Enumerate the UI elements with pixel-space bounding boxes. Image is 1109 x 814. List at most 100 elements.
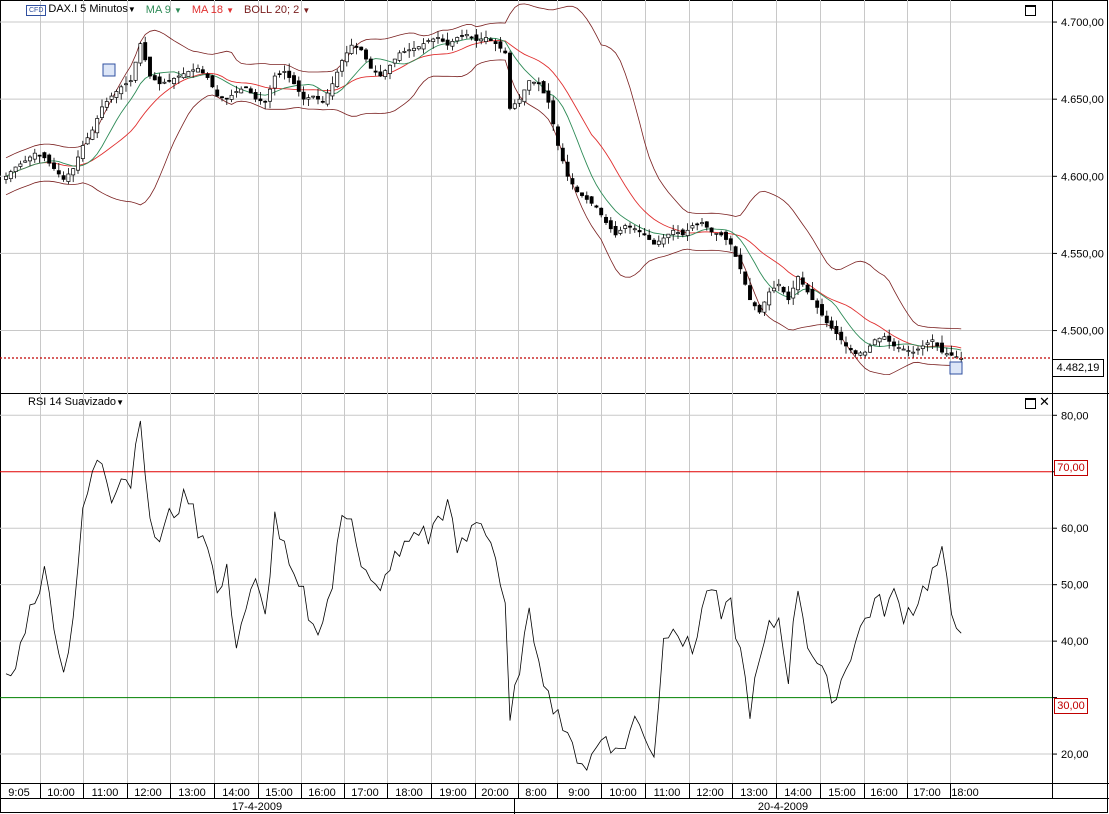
candle-body: [488, 38, 493, 41]
chevron-down-icon[interactable]: ▼: [226, 6, 234, 15]
x-tick-label: 15:00: [265, 787, 293, 799]
candle-body: [277, 73, 282, 76]
candle-body: [815, 300, 820, 308]
candle-body: [344, 52, 349, 63]
candle-body: [863, 351, 868, 356]
candle-body: [896, 347, 901, 349]
candle-body: [301, 91, 306, 100]
candle-body: [95, 118, 100, 134]
candle-body: [354, 45, 359, 48]
candle-body: [340, 60, 344, 72]
candle-body: [652, 239, 656, 245]
y-tick-label: 60,00: [1061, 523, 1089, 535]
rsi-line: [5, 420, 962, 771]
y-tick-label: 40,00: [1061, 636, 1089, 648]
x-tick-label: 18:00: [951, 787, 979, 799]
candle-body: [109, 95, 114, 100]
candle-body: [642, 233, 647, 236]
y-tick-label: 4.700,00: [1061, 17, 1104, 29]
candle-body: [536, 82, 541, 85]
candle-body: [757, 304, 762, 313]
rsi-header[interactable]: RSI 14 Suavizado▼: [28, 396, 124, 408]
candle-body: [671, 229, 676, 235]
ma18-indicator[interactable]: MA 18 ▼: [192, 4, 234, 16]
symbol-selector[interactable]: CFD DAX.I 5 Minutos▼: [26, 3, 136, 16]
candle-body: [551, 100, 556, 125]
candle-body: [733, 246, 738, 257]
candle-body: [392, 58, 397, 64]
boll-indicator[interactable]: BOLL 20; 2 ▼: [244, 4, 310, 16]
chevron-down-icon[interactable]: ▼: [116, 398, 124, 407]
candle-body: [925, 342, 930, 345]
candle-body: [517, 98, 522, 104]
candle-body: [373, 70, 378, 73]
candle-body: [421, 43, 426, 50]
candle-body: [407, 49, 412, 52]
candle-body: [911, 351, 916, 354]
candle-body: [191, 69, 196, 72]
candle-body: [805, 284, 810, 293]
candle-body: [714, 233, 719, 235]
candle-body: [608, 220, 613, 230]
candle-body: [532, 81, 536, 84]
candle-body: [901, 348, 906, 351]
maximize-rsi-panel-icon[interactable]: [1025, 398, 1036, 409]
candle-body: [599, 207, 604, 216]
candle-body: [743, 271, 748, 285]
candle-body: [594, 205, 599, 208]
candle-body: [661, 237, 666, 245]
candle-body: [244, 86, 248, 89]
rsi-title: RSI 14 Suavizado: [28, 396, 117, 408]
y-tick-label: 80,00: [1061, 410, 1089, 422]
candle-body: [556, 126, 560, 146]
candle-body: [186, 71, 191, 77]
date-label: 17-4-2009: [232, 801, 282, 813]
candle-body: [858, 352, 863, 356]
candle-body: [560, 147, 565, 162]
candle-body: [311, 95, 316, 98]
candle-body: [368, 58, 373, 69]
candle-body: [791, 287, 796, 299]
maximize-price-panel-icon[interactable]: [1025, 5, 1036, 16]
candle-body: [709, 227, 714, 233]
candle-body: [565, 161, 570, 177]
candle-body: [388, 64, 392, 74]
candle-body: [512, 103, 517, 109]
candle-body: [546, 90, 551, 103]
symbol-label: DAX.I 5 Minutos: [48, 3, 128, 15]
candle-body: [796, 276, 800, 291]
candle-body: [935, 342, 940, 347]
candle-body: [877, 337, 882, 343]
chevron-down-icon[interactable]: ▼: [174, 6, 182, 15]
x-tick-label: 11:00: [654, 787, 681, 799]
candle-body: [848, 348, 853, 351]
chart-canvas[interactable]: 9:05 10:00 11:00 12:00 13:00 14:00 15:00 16:00 1…: [0, 0, 1109, 814]
x-tick-label: 10:00: [609, 787, 637, 799]
candle-body: [920, 345, 925, 349]
candle-body: [133, 61, 138, 81]
candle-body: [292, 75, 296, 85]
candle-body: [71, 168, 76, 176]
x-tick-label: 19:00: [439, 787, 467, 799]
y-tick-label: 4.600,00: [1061, 171, 1104, 183]
rsi-level-70-label: 70,00: [1054, 460, 1088, 476]
candle-body: [383, 70, 388, 77]
close-icon[interactable]: ✕: [1039, 395, 1050, 408]
candle-body: [493, 41, 498, 44]
candle-body: [440, 38, 445, 42]
candle-body: [167, 80, 172, 82]
chevron-down-icon[interactable]: ▼: [128, 5, 136, 14]
candle-body: [402, 51, 407, 53]
ma9-indicator[interactable]: MA 9 ▼: [146, 4, 182, 16]
boll-label: BOLL 20; 2: [244, 3, 300, 16]
x-tick-label: 20:00: [481, 787, 509, 799]
candle-body: [834, 325, 839, 334]
candle-body: [229, 94, 234, 100]
candle-body: [128, 80, 133, 83]
chevron-down-icon[interactable]: ▼: [302, 6, 310, 15]
x-tick-label: 17:00: [913, 787, 941, 799]
candle-body: [157, 76, 162, 85]
candle-body: [364, 49, 368, 60]
candle-body: [469, 36, 474, 39]
candle-body: [263, 100, 268, 103]
